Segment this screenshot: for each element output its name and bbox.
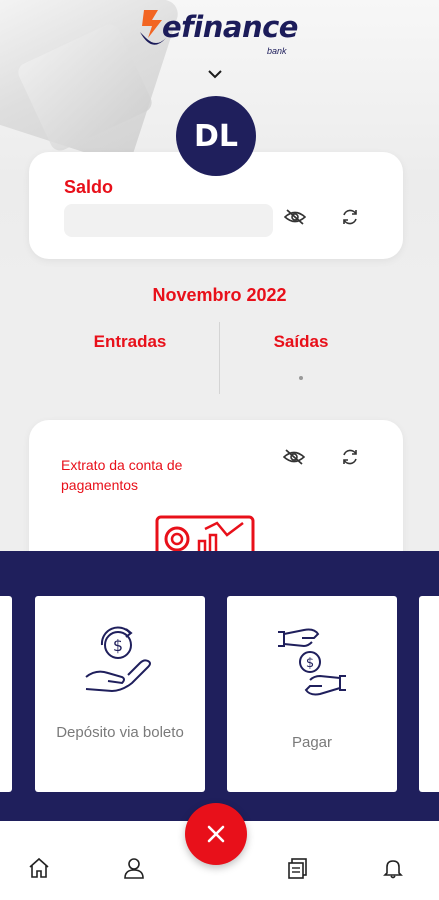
chevron-down-icon[interactable] <box>206 68 224 82</box>
close-button[interactable] <box>185 803 247 865</box>
brand-logo: efinance bank <box>138 6 308 56</box>
logo-text: efinance <box>162 10 298 44</box>
hands-exchange-money-icon: $ <box>278 628 346 696</box>
user-icon[interactable] <box>121 855 147 881</box>
eye-off-icon[interactable] <box>282 204 308 230</box>
balance-title: Saldo <box>64 177 114 197</box>
expenses-label: Saídas <box>273 332 329 351</box>
balance-value-hidden <box>64 204 273 237</box>
refresh-icon[interactable] <box>337 444 363 470</box>
action-tile-partial[interactable] <box>419 596 439 792</box>
hand-coin-icon: $ <box>85 626 151 693</box>
refresh-icon[interactable] <box>337 204 363 230</box>
loading-dot <box>299 376 303 380</box>
action-label: Depósito via boleto <box>56 724 184 741</box>
svg-text:$: $ <box>306 656 314 671</box>
close-icon <box>207 825 225 843</box>
avatar[interactable]: DL <box>176 96 256 176</box>
eye-off-icon[interactable] <box>281 444 307 470</box>
logo-subtext: bank <box>267 46 287 56</box>
statement-title: Extrato da conta de pagamentos <box>61 457 183 493</box>
period-month[interactable]: Novembro 2022 <box>0 285 439 306</box>
bell-icon[interactable] <box>380 855 406 881</box>
svg-text:$: $ <box>113 636 123 655</box>
action-label: Pagar <box>291 734 333 751</box>
action-tile-pay[interactable]: $ Pagar <box>227 596 397 792</box>
document-icon[interactable] <box>285 855 311 881</box>
action-tile-partial[interactable] <box>0 596 12 792</box>
action-tile-deposit[interactable]: $ Depósito via boleto <box>35 596 205 792</box>
home-icon[interactable] <box>26 855 52 881</box>
